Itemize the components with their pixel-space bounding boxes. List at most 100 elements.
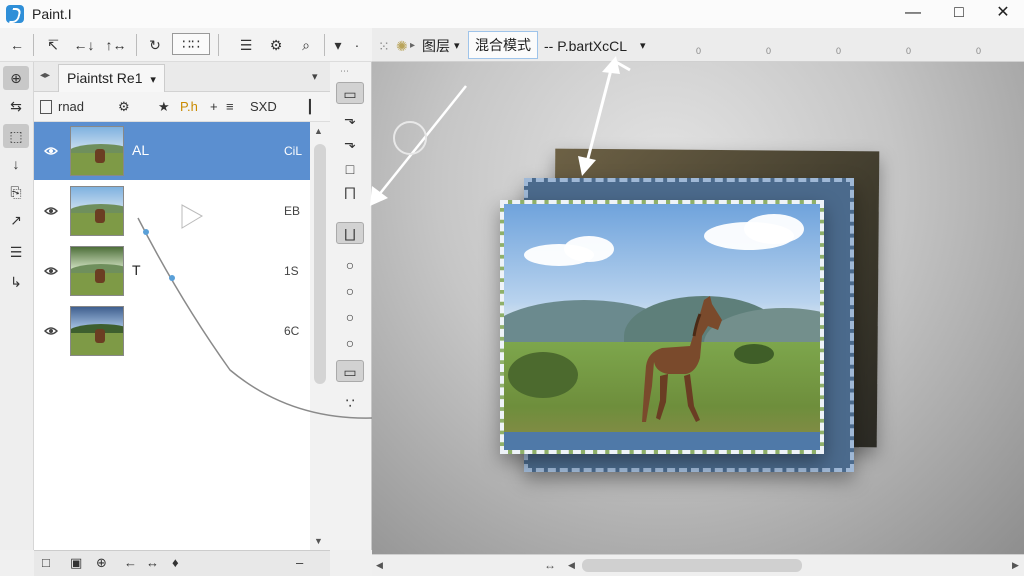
tool-strip: ⋯ ▭ ⬎ ⬎ □ ⨅ ⨆ ○ ○ ○ ○ ▭ ∵	[330, 62, 372, 550]
paint-app-window: Paint.I — □ ✕ ← ↸ ←↓ ↑↔ ↻ ∷∷ ☰ ⚙ ⌕ ▾ · ⁙…	[0, 0, 1024, 576]
layer-name: AL	[132, 142, 150, 158]
layer-row[interactable]: AL CiL	[34, 122, 310, 180]
toolbar-zoom-icon[interactable]: ⌕	[294, 36, 318, 54]
tool-lasso-icon[interactable]: ⬎	[336, 108, 364, 130]
ruler-mark: 0	[836, 46, 842, 56]
blend-mode-button[interactable]: 混合模式	[468, 31, 538, 59]
left-tools-column: ⊕ ⇆ ⬚ ↓ ⎘ ↗ ☰ ↳	[0, 62, 34, 550]
close-button[interactable]: ✕	[980, 0, 1024, 28]
left-tool-stamp-icon[interactable]: ⎘	[3, 180, 29, 204]
layer-sxd-label[interactable]: SXD	[250, 98, 277, 116]
layer-pin-icon[interactable]: ┃	[306, 98, 314, 116]
toolbar-select-icon[interactable]: ←	[6, 36, 28, 54]
scroll-down-icon[interactable]: ▼	[314, 536, 323, 546]
layers-menu-label[interactable]: 图层	[422, 37, 450, 55]
left-tool-select-icon[interactable]: ⬚	[3, 124, 29, 148]
layer-row[interactable]: T 1S	[34, 242, 310, 300]
layer-value: 1S	[284, 264, 299, 278]
layer-value: EB	[284, 204, 301, 218]
left-tool-path-icon[interactable]: ↳	[3, 270, 29, 294]
layers-panel: ◂▸ Piaintst Re1 ▾ ▾ rnad ⚙ ★ P.h + ≡ SXD…	[34, 62, 330, 550]
delete-layer-icon[interactable]: –	[296, 555, 303, 570]
layer-left-icon[interactable]: ←	[124, 555, 137, 570]
tool-brush-icon[interactable]: ⨅	[336, 182, 364, 204]
maximize-button[interactable]: □	[936, 0, 982, 28]
tool-wand-icon[interactable]: ⬎	[336, 132, 364, 154]
left-tool-arrow-icon[interactable]: ↗	[3, 208, 29, 232]
layer-add-icon[interactable]: +	[210, 98, 218, 116]
hscroll-thumb[interactable]	[582, 559, 802, 572]
layer-thumbnail	[70, 246, 124, 296]
layer-stack-icon[interactable]: ≡	[226, 98, 234, 116]
panel-collapse-icon[interactable]: ◂▸	[40, 70, 50, 81]
left-tool-down-icon[interactable]: ↓	[3, 152, 29, 176]
layer-row[interactable]: EB	[34, 182, 310, 240]
layer-row[interactable]: 6C	[34, 302, 310, 360]
tab-dropdown-icon[interactable]: ▾	[150, 74, 156, 86]
hscroll-prev-icon[interactable]: ◀	[568, 560, 575, 571]
toolbar-settings-icon[interactable]: ⚙	[264, 36, 288, 54]
main-toolbar: ← ↸ ←↓ ↑↔ ↻ ∷∷ ☰ ⚙ ⌕ ▾ ·	[0, 28, 372, 62]
toolbar-separator	[324, 34, 325, 56]
ruler-mark: 0	[766, 46, 772, 56]
canvas-header: ⁙ ✺ ▸ 图层 ▾ 混合模式 -- P.bartXcCL ▾ 0 0 0 0 …	[372, 28, 1024, 62]
toolbar-transform-icon[interactable]: ↸	[40, 36, 66, 54]
layer-thumbnail	[70, 186, 124, 236]
toolbar-dot-icon: ·	[354, 37, 360, 53]
hscroll-right-icon[interactable]: ▶	[1012, 560, 1019, 571]
tab-paints-ref[interactable]: Piaintst Re1 ▾	[58, 64, 165, 92]
left-tool-swap-icon[interactable]: ⇆	[3, 94, 29, 118]
layers-scrollbar[interactable]: ▲ ▼	[310, 122, 330, 550]
tool-rectangle-icon[interactable]: ▭	[336, 360, 364, 382]
left-tool-layers-icon[interactable]: ⊕	[3, 66, 29, 90]
tool-ellipse-icon[interactable]: ○	[336, 280, 364, 302]
visibility-eye-icon[interactable]	[44, 264, 58, 278]
layer-doc-icon[interactable]	[40, 100, 52, 114]
layer-name-field[interactable]: rnad	[58, 98, 84, 116]
new-layer-icon[interactable]: □	[42, 555, 50, 570]
toolbar-separator	[136, 34, 137, 56]
toolbar-separator	[218, 34, 219, 56]
hscroll-left-icon[interactable]: ◀	[376, 560, 383, 571]
layer-list: AL CiL EB T 1S 6C	[34, 122, 310, 550]
duplicate-layer-icon[interactable]: ▣	[70, 555, 82, 571]
scroll-thumb[interactable]	[314, 144, 326, 384]
canvas-hscrollbar[interactable]: ◀ ↔ ◀ ▶	[372, 554, 1024, 576]
mode-select[interactable]: -- P.bartXcCL	[544, 37, 627, 55]
ruler-mark: 0	[906, 46, 912, 56]
tool-dots-icon[interactable]: ∵	[336, 392, 364, 414]
visibility-eye-icon[interactable]	[44, 144, 58, 158]
left-tool-list-icon[interactable]: ☰	[3, 240, 29, 264]
layer-star-icon[interactable]: ★	[158, 98, 170, 116]
toolbar-resize-icon[interactable]: ↑↔	[102, 36, 130, 54]
toolbar-more-icon[interactable]: ▾	[330, 36, 346, 54]
visibility-eye-icon[interactable]	[44, 204, 58, 218]
layer-options-icon[interactable]: ♦	[172, 555, 179, 570]
mode-dropdown-icon[interactable]: ▾	[640, 37, 646, 55]
tool-timer-icon[interactable]: ○	[336, 332, 364, 354]
toolbar-comment-icon[interactable]: ☰	[234, 36, 258, 54]
layer-target-icon[interactable]: ⊕	[96, 555, 107, 571]
header-arrow-icon: ▸	[410, 40, 416, 51]
tool-ring-icon[interactable]: ○	[336, 306, 364, 328]
hscroll-pan-icon[interactable]: ↔	[544, 558, 556, 572]
tool-crop-icon[interactable]: □	[336, 158, 364, 180]
layer-value: CiL	[284, 144, 303, 158]
visibility-eye-icon[interactable]	[44, 324, 58, 338]
panel-subtoolbar: rnad ⚙ ★ P.h + ≡ SXD ┃	[34, 92, 330, 122]
tool-circle-icon[interactable]: ○	[336, 254, 364, 276]
layers-dropdown-icon[interactable]: ▾	[454, 37, 460, 55]
layer-merge-icon[interactable]: ↔	[146, 555, 159, 570]
scroll-up-icon[interactable]: ▲	[314, 126, 323, 136]
tool-rect-select-icon[interactable]: ▭	[336, 82, 364, 104]
tool-stamp-icon[interactable]: ⨆	[336, 222, 364, 244]
layer-ph-label[interactable]: P.h	[180, 98, 198, 116]
minimize-button[interactable]: —	[890, 0, 936, 28]
toolbar-grid-box[interactable]: ∷∷	[172, 33, 210, 55]
panel-menu-icon[interactable]: ▾	[312, 70, 318, 83]
toolbar-move-icon[interactable]: ←↓	[70, 36, 98, 54]
canvas-area[interactable]	[372, 62, 1024, 554]
layer-settings-icon[interactable]: ⚙	[118, 98, 130, 116]
toolbar-link-icon[interactable]: ↻	[144, 36, 166, 54]
layer-thumbnail	[70, 306, 124, 356]
